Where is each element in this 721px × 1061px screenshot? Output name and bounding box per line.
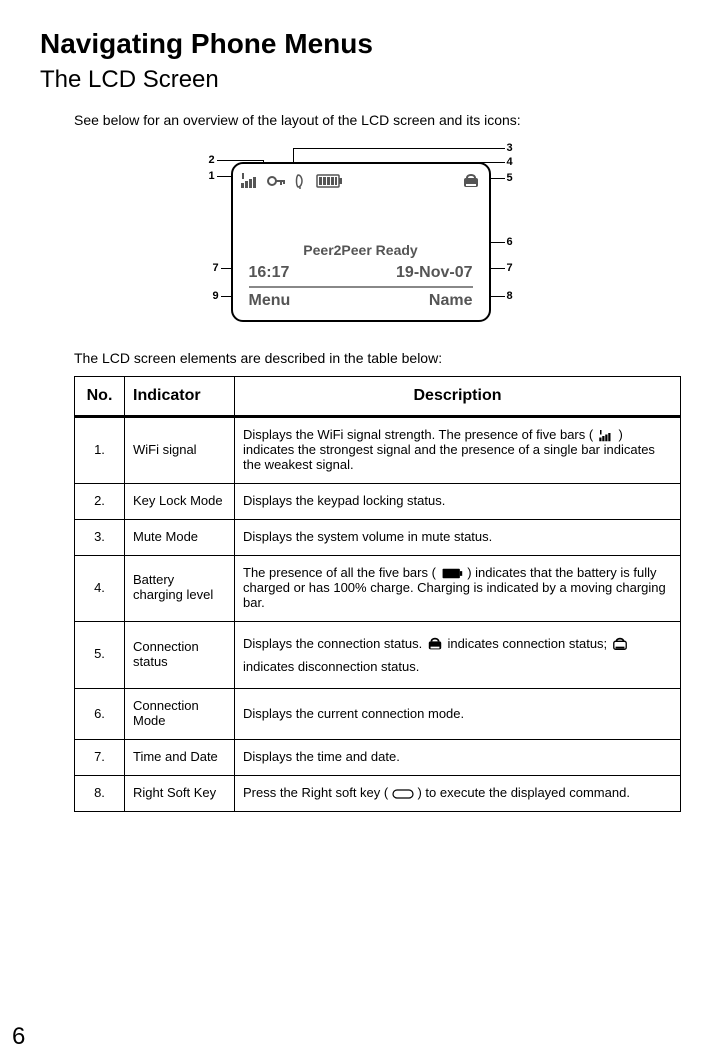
cell-ind: Right Soft Key xyxy=(125,776,235,812)
wifi-signal-icon xyxy=(241,173,259,189)
date-text: 19-Nov-07 xyxy=(396,264,472,282)
callout-8: 8 xyxy=(507,290,513,302)
cell-ind: Key Lock Mode xyxy=(125,483,235,519)
time-text: 16:17 xyxy=(249,264,290,282)
cell-desc: Displays the keypad locking status. xyxy=(235,483,681,519)
cell-no: 4. xyxy=(75,555,125,621)
table-row: 6. Connection Mode Displays the current … xyxy=(75,689,681,740)
callout-4: 4 xyxy=(507,156,513,168)
callout-7-right: 7 xyxy=(507,262,513,274)
cell-desc: Displays the current connection mode. xyxy=(235,689,681,740)
time-date-row: 16:17 19-Nov-07 xyxy=(249,264,473,288)
cell-desc: Displays the connection status. indicate… xyxy=(235,621,681,689)
table-row: 3. Mute Mode Displays the system volume … xyxy=(75,519,681,555)
softkey-icon xyxy=(392,789,414,799)
cell-no: 3. xyxy=(75,519,125,555)
table-row: 4. Battery charging level The presence o… xyxy=(75,555,681,621)
callout-9: 9 xyxy=(213,290,219,302)
cell-desc: The presence of all the five bars ( ) in… xyxy=(235,555,681,621)
battery-icon xyxy=(315,174,343,188)
col-description: Description xyxy=(235,377,681,417)
right-softkey-label: Name xyxy=(429,292,473,310)
battery-icon xyxy=(440,568,464,579)
lcd-diagram: 1 2 3 4 5 6 7 7 8 9 xyxy=(161,142,561,332)
cell-desc: Press the Right soft key ( ) to execute … xyxy=(235,776,681,812)
section-subtitle: The LCD Screen xyxy=(40,66,681,94)
page-title: Navigating Phone Menus xyxy=(40,28,681,60)
cell-ind: Connection status xyxy=(125,621,235,689)
table-row: 5. Connection status Displays the connec… xyxy=(75,621,681,689)
callout-2: 2 xyxy=(209,154,215,166)
cell-desc: Displays the time and date. xyxy=(235,740,681,776)
cell-desc: Displays the WiFi signal strength. The p… xyxy=(235,417,681,484)
cell-no: 7. xyxy=(75,740,125,776)
cell-ind: Time and Date xyxy=(125,740,235,776)
mute-icon xyxy=(293,173,307,189)
disconnected-icon xyxy=(611,636,629,652)
callout-1: 1 xyxy=(209,170,215,182)
intro-text: See below for an overview of the layout … xyxy=(40,112,681,128)
indicator-table: No. Indicator Description 1. WiFi signal… xyxy=(74,376,681,812)
cell-ind: WiFi signal xyxy=(125,417,235,484)
left-softkey-label: Menu xyxy=(249,292,291,310)
cell-no: 1. xyxy=(75,417,125,484)
cell-no: 6. xyxy=(75,689,125,740)
wifi-signal-icon xyxy=(597,430,615,442)
cell-no: 5. xyxy=(75,621,125,689)
cell-no: 2. xyxy=(75,483,125,519)
col-no: No. xyxy=(75,377,125,417)
cell-ind: Mute Mode xyxy=(125,519,235,555)
page-number: 6 xyxy=(12,1023,25,1051)
cell-ind: Battery charging level xyxy=(125,555,235,621)
table-row: 1. WiFi signal Displays the WiFi signal … xyxy=(75,417,681,484)
callout-6: 6 xyxy=(507,236,513,248)
lcd-screen-box: Peer2Peer Ready 16:17 19-Nov-07 Menu Nam… xyxy=(231,162,491,322)
cell-no: 8. xyxy=(75,776,125,812)
status-bar xyxy=(241,170,481,192)
connection-icon xyxy=(461,172,481,190)
col-indicator: Indicator xyxy=(125,377,235,417)
connected-icon xyxy=(426,636,444,652)
table-row: 2. Key Lock Mode Displays the keypad loc… xyxy=(75,483,681,519)
table-intro-text: The LCD screen elements are described in… xyxy=(40,350,681,366)
table-row: 8. Right Soft Key Press the Right soft k… xyxy=(75,776,681,812)
callout-3: 3 xyxy=(507,142,513,154)
cell-desc: Displays the system volume in mute statu… xyxy=(235,519,681,555)
key-lock-icon xyxy=(267,174,285,188)
callout-5: 5 xyxy=(507,172,513,184)
cell-ind: Connection Mode xyxy=(125,689,235,740)
table-row: 7. Time and Date Displays the time and d… xyxy=(75,740,681,776)
callout-7-left: 7 xyxy=(213,262,219,274)
softkey-row: Menu Name xyxy=(249,292,473,310)
connection-mode-text: Peer2Peer Ready xyxy=(233,242,489,258)
